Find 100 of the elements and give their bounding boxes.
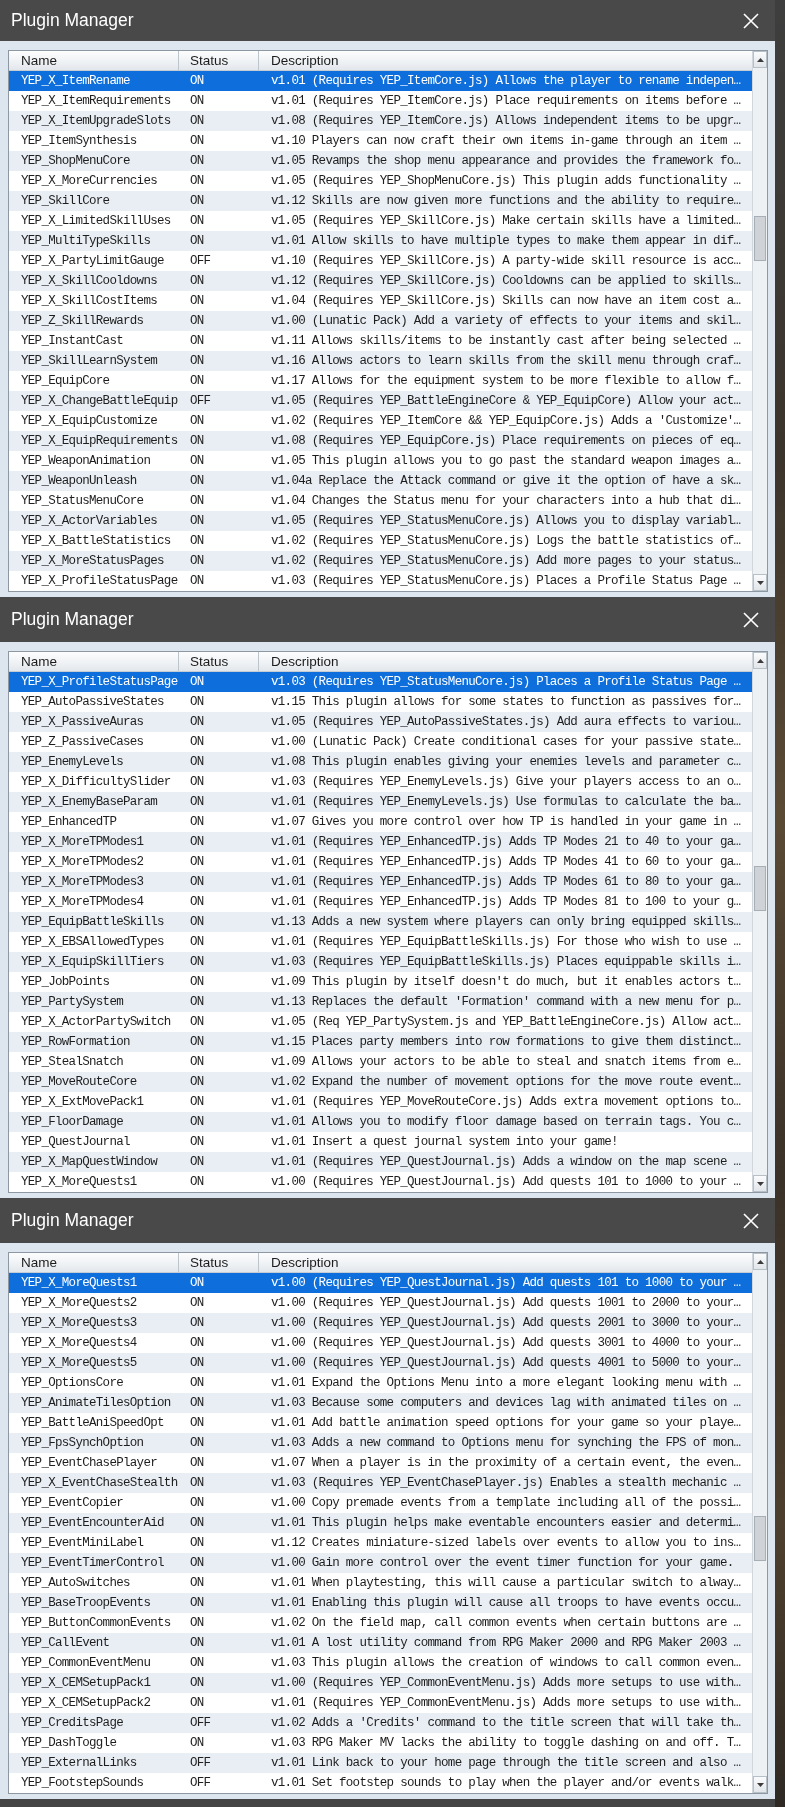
plugin-row[interactable]: YEP_X_MoreStatusPages ON v1.02 (Requires YEP_StatusMenuCore.js) Add more pages to your status… — [9, 551, 752, 571]
plugin-row[interactable]: YEP_X_MoreTPModes1 ON v1.01 (Requires YEP_EnhancedTP.js) Adds TP Modes 21 to 40 to your ga… — [9, 832, 752, 852]
plugin-row[interactable]: YEP_WeaponUnleash ON v1.04a Replace the Attack command or give it the option of have a sk… — [9, 471, 752, 491]
plugin-row[interactable]: YEP_X_ItemUpgradeSlots ON v1.08 (Requires YEP_ItemCore.js) Allows independent items to be upgr… — [9, 111, 752, 131]
plugin-row[interactable]: YEP_ExternalLinks OFF v1.01 Link back to your home page through the title screen and also … — [9, 1753, 752, 1773]
plugin-row[interactable]: YEP_X_ChangeBattleEquip OFF v1.05 (Requires YEP_BattleEngineCore & YEP_EquipCore) Allow your act… — [9, 391, 752, 411]
column-header[interactable]: Name — [21, 654, 57, 669]
plugin-row[interactable]: YEP_X_PassiveAuras ON v1.05 (Requires YEP_AutoPassiveStates.js) Add aura effects to variou… — [9, 712, 752, 732]
plugin-name: YEP_X_MoreTPModes3 — [21, 874, 144, 890]
plugin-status: ON — [190, 473, 204, 489]
plugin-status: ON — [190, 413, 204, 429]
caret-down-icon — [756, 1181, 764, 1186]
plugin-row[interactable]: YEP_PartySystem ON v1.13 Replaces the default 'Formation' command with a new menu for p… — [9, 992, 752, 1012]
plugin-status: OFF — [190, 1775, 211, 1791]
scroll-bar[interactable] — [752, 1253, 767, 1793]
plugin-name: YEP_EventTimerControl — [21, 1555, 164, 1571]
plugin-row[interactable]: YEP_SkillCore ON v1.12 Skills are now given more functions and the ability to require… — [9, 191, 752, 211]
plugin-status: ON — [190, 1134, 204, 1150]
plugin-name: YEP_MoveRouteCore — [21, 1074, 137, 1090]
plugin-description: v1.09 This plugin by itself doesn't do much, but it enables actors t… — [271, 974, 741, 990]
scroll-bar[interactable] — [752, 51, 767, 591]
column-header[interactable]: Status — [190, 1255, 229, 1270]
plugin-description: v1.01 When playtesting, this will cause a particular switch to alway… — [271, 1575, 741, 1591]
plugin-name: YEP_FootstepSounds — [21, 1775, 144, 1791]
plugin-row[interactable]: YEP_X_ProfileStatusPage ON v1.03 (Requires YEP_StatusMenuCore.js) Places a Profile Status Page … — [9, 672, 752, 692]
plugin-row[interactable]: YEP_CallEvent ON v1.01 A lost utility command from RPG Maker 2000 and RPG Maker 2003 … — [9, 1633, 752, 1653]
scroll-up-button[interactable] — [753, 652, 767, 669]
plugin-status: ON — [190, 854, 204, 870]
column-header[interactable]: Description — [271, 1255, 339, 1270]
plugin-row[interactable]: YEP_X_MoreQuests3 ON v1.00 (Requires YEP_QuestJournal.js) Add quests 2001 to 3000 to your… — [9, 1313, 752, 1333]
plugin-description: v1.10 Players can now craft their own items in-game through an item … — [271, 133, 741, 149]
scroll-up-button[interactable] — [753, 51, 767, 68]
plugin-name: YEP_FloorDamage — [21, 1114, 124, 1130]
scroll-down-button[interactable] — [753, 1776, 767, 1793]
plugin-name: YEP_ItemSynthesis — [21, 133, 137, 149]
scroll-thumb[interactable] — [754, 216, 766, 261]
plugin-row[interactable]: YEP_CreditsPage OFF v1.02 Adds a 'Credits' command to the title screen that will take th… — [9, 1713, 752, 1733]
plugin-description: v1.12 Creates miniature-sized labels over events to allow you to ins… — [271, 1535, 741, 1551]
plugin-name: YEP_OptionsCore — [21, 1375, 124, 1391]
scroll-thumb[interactable] — [754, 866, 766, 911]
plugin-row[interactable]: YEP_X_EquipRequirements ON v1.08 (Requires YEP_EquipCore.js) Place requirements on pieces of eq… — [9, 431, 752, 451]
plugin-row[interactable]: YEP_Z_SkillRewards ON v1.00 (Lunatic Pack) Add a variety of effects to your items and skil… — [9, 311, 752, 331]
plugin-row[interactable]: YEP_X_CEMSetupPack1 ON v1.00 (Requires YEP_CommonEventMenu.js) Adds more setups to use with… — [9, 1673, 752, 1693]
plugin-row[interactable]: YEP_AnimateTilesOption ON v1.03 Because some computers and devices lag with animated tiles on … — [9, 1393, 752, 1413]
plugin-status: ON — [190, 153, 204, 169]
plugin-name: YEP_InstantCast — [21, 333, 124, 349]
plugin-row[interactable]: YEP_EventTimerControl ON v1.00 Gain more control over the event timer function for your game. — [9, 1553, 752, 1573]
plugin-description: v1.03 (Requires YEP_StatusMenuCore.js) Places a Profile Status Page … — [271, 573, 741, 589]
plugin-row[interactable]: YEP_MoveRouteCore ON v1.02 Expand the number of movement options for the move route event… — [9, 1072, 752, 1092]
scroll-up-button[interactable] — [753, 1253, 767, 1270]
plugin-description: v1.04 Changes the Status menu for your characters into a hub that di… — [271, 493, 741, 509]
plugin-row[interactable]: YEP_X_MoreTPModes3 ON v1.01 (Requires YEP_EnhancedTP.js) Adds TP Modes 61 to 80 to your ga… — [9, 872, 752, 892]
scroll-down-button[interactable] — [753, 1175, 767, 1192]
plugin-name: YEP_ButtonCommonEvents — [21, 1615, 171, 1631]
plugin-row[interactable]: YEP_X_ActorVariables ON v1.05 (Requires YEP_StatusMenuCore.js) Allows you to display variabl… — [9, 511, 752, 531]
column-header[interactable]: Name — [21, 1255, 57, 1270]
plugin-row[interactable]: YEP_SkillLearnSystem ON v1.16 Allows actors to learn skills from the skill menu through craf… — [9, 351, 752, 371]
plugin-row[interactable]: YEP_ShopMenuCore ON v1.05 Revamps the shop menu appearance and provides the framework fo… — [9, 151, 752, 171]
plugin-row[interactable]: YEP_FloorDamage ON v1.01 Allows you to modify floor damage based on terrain tags. You c… — [9, 1112, 752, 1132]
plugin-status: ON — [190, 373, 204, 389]
plugin-status: ON — [190, 1074, 204, 1090]
plugin-row[interactable]: YEP_MultiTypeSkills ON v1.01 Allow skills to have multiple types to make them appear in dif… — [9, 231, 752, 251]
column-header[interactable]: Name — [21, 53, 57, 68]
plugin-status: ON — [190, 353, 204, 369]
plugin-row[interactable]: YEP_FpsSynchOption ON v1.03 Adds a new command to Options menu for synching the FPS of mon… — [9, 1433, 752, 1453]
plugin-row[interactable]: YEP_X_SkillCooldowns ON v1.12 (Requires YEP_SkillCore.js) Cooldowns can be applied to skills… — [9, 271, 752, 291]
plugin-name: YEP_AutoSwitches — [21, 1575, 130, 1591]
column-header[interactable]: Description — [271, 654, 339, 669]
plugin-row[interactable]: YEP_RowFormation ON v1.15 Places party members into row formations to give them distinct… — [9, 1032, 752, 1052]
plugin-row[interactable]: YEP_X_EquipSkillTiers ON v1.03 (Requires YEP_EquipBattleSkills.js) Places equippable skills i… — [9, 952, 752, 972]
plugin-name: YEP_X_MoreQuests1 — [21, 1174, 137, 1190]
plugin-row[interactable]: YEP_X_MoreQuests5 ON v1.00 (Requires YEP_QuestJournal.js) Add quests 4001 to 5000 to your… — [9, 1353, 752, 1373]
plugin-status: ON — [190, 553, 204, 569]
column-header[interactable]: Description — [271, 53, 339, 68]
plugin-description: v1.13 Replaces the default 'Formation' command with a new menu for p… — [271, 994, 741, 1010]
plugin-row[interactable]: YEP_EventEncounterAid ON v1.01 This plugin helps make eventable encounters easier and determi… — [9, 1513, 752, 1533]
plugin-row[interactable]: YEP_X_ItemRename ON v1.01 (Requires YEP_ItemCore.js) Allows the player to rename indepen… — [9, 71, 752, 91]
plugin-status: ON — [190, 794, 204, 810]
window-title: Plugin Manager — [11, 10, 134, 31]
column-header[interactable]: Status — [190, 53, 229, 68]
plugin-row[interactable]: YEP_EquipBattleSkills ON v1.13 Adds a new system where players can only bring equipped skills… — [9, 912, 752, 932]
plugin-row[interactable]: YEP_X_MoreQuests1 ON v1.00 (Requires YEP_QuestJournal.js) Add quests 101 to 1000 to your … — [9, 1273, 752, 1293]
plugin-status: ON — [190, 333, 204, 349]
scroll-bar[interactable] — [752, 652, 767, 1192]
plugin-row[interactable]: YEP_BaseTroopEvents ON v1.01 Enabling this plugin will cause all troops to have events occu… — [9, 1593, 752, 1613]
plugin-name: YEP_X_SkillCooldowns — [21, 273, 158, 289]
scroll-down-button[interactable] — [753, 574, 767, 591]
plugin-name: YEP_X_EventChaseStealth — [21, 1475, 178, 1491]
column-header[interactable]: Status — [190, 654, 229, 669]
plugin-name: YEP_ExternalLinks — [21, 1755, 137, 1771]
plugin-status: ON — [190, 1655, 204, 1671]
plugin-status: ON — [190, 453, 204, 469]
plugin-row[interactable]: YEP_EnemyLevels ON v1.08 This plugin enables giving your enemies levels and parameter c… — [9, 752, 752, 772]
plugin-name: YEP_X_MoreStatusPages — [21, 553, 164, 569]
scroll-thumb[interactable] — [754, 1516, 766, 1561]
plugin-status: ON — [190, 1094, 204, 1110]
plugin-row[interactable]: YEP_X_MapQuestWindow ON v1.01 (Requires YEP_QuestJournal.js) Adds a window on the map scene … — [9, 1152, 752, 1172]
plugin-status: ON — [190, 874, 204, 890]
plugin-row[interactable]: YEP_X_EventChaseStealth ON v1.03 (Requires YEP_EventChasePlayer.js) Enables a stealth mechanic … — [9, 1473, 752, 1493]
plugin-row[interactable]: YEP_X_EnemyBaseParam ON v1.01 (Requires YEP_EnemyLevels.js) Use formulas to calculate the ba… — [9, 792, 752, 812]
